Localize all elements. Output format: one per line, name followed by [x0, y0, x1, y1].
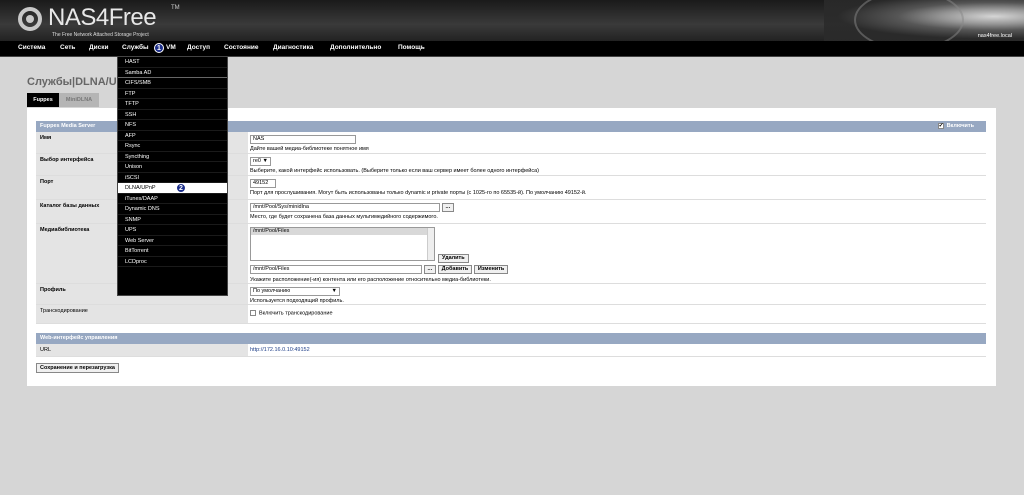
database-dir-hint: Место, где будет сохранена база данных м…	[250, 214, 438, 220]
transcode-checkbox[interactable]	[250, 310, 256, 316]
save-and-restart-button[interactable]: Сохранение и перезагрузка	[36, 363, 119, 373]
menu-item-nfs[interactable]: NFS	[118, 120, 227, 131]
menu-item-afp[interactable]: AFP	[118, 131, 227, 141]
menu-item-dynamic-dns[interactable]: Dynamic DNS	[118, 204, 227, 215]
menu-item-tftp[interactable]: TFTP	[118, 99, 227, 110]
menu-item-ssh[interactable]: SSH	[118, 110, 227, 120]
hostname: nas4free.local	[977, 33, 1012, 39]
menu-item-bittorrent[interactable]: BitTorrent	[118, 246, 227, 257]
header: NAS4Free TM The Free Network Attached St…	[0, 0, 1024, 41]
nav-vm[interactable]: VM	[166, 44, 176, 51]
logo-tm: TM	[171, 5, 180, 11]
section-title: Fuppes Media Server	[40, 123, 96, 129]
enable-label: Включить	[946, 123, 974, 129]
logo-ring-icon	[18, 7, 42, 31]
delete-button[interactable]: Удалить	[438, 254, 469, 263]
dropdown-arrow-icon: ▼	[331, 288, 337, 294]
services-dropdown-menu: HAST Samba AD CIFS/SMB FTP TFTP SSH NFS …	[117, 56, 228, 296]
logo-text: NAS4Free	[48, 4, 157, 31]
transcode-check-label: Включить транскодирование	[259, 310, 333, 317]
nav-advanced[interactable]: Дополнительно	[330, 44, 381, 51]
nav-services[interactable]: Службы	[122, 44, 149, 51]
add-button[interactable]: Добавить	[437, 265, 473, 274]
media-library-hint: Укажите расположение(-ия) контента или е…	[250, 277, 491, 283]
list-item[interactable]: /mnt/Pool/Files	[251, 228, 429, 235]
section-header-web-ui: Web-интерфейс управления	[36, 333, 986, 344]
tagline: The Free Network Attached Storage Projec…	[52, 32, 149, 38]
row-transcode: Транскодирование Включить транскодирован…	[36, 305, 986, 324]
menu-item-cifs-smb[interactable]: CIFS/SMB	[118, 78, 227, 89]
port-input[interactable]: 49152	[250, 179, 276, 188]
menu-item-rsync[interactable]: Rsync	[118, 141, 227, 152]
menu-item-ups[interactable]: UPS	[118, 225, 227, 236]
menu-item-unison[interactable]: Unison	[118, 162, 227, 173]
media-browse-button[interactable]: ...	[423, 265, 437, 274]
menu-item-ftp[interactable]: FTP	[118, 89, 227, 99]
nav-diagnostics[interactable]: Диагностика	[273, 44, 313, 51]
main-nav: Система Сеть Диски Службы 1 VM Доступ Со…	[0, 41, 1024, 57]
interface-hint: Выберите, какой интерфейс использовать. …	[250, 168, 540, 174]
nav-access[interactable]: Доступ	[187, 44, 210, 51]
profile-select[interactable]: По умолчанию ▼	[250, 287, 340, 296]
menu-item-iscsi[interactable]: iSCSI	[118, 173, 227, 183]
step-badge-1: 1	[154, 43, 164, 53]
nav-help[interactable]: Помощь	[398, 44, 425, 51]
nav-network[interactable]: Сеть	[60, 44, 75, 51]
list-scrollbar[interactable]	[427, 228, 434, 260]
menu-item-itunes-daap[interactable]: iTunes/DAAP	[118, 194, 227, 204]
dropdown-arrow-icon: ▼	[262, 158, 268, 164]
tab-fuppes[interactable]: Fuppes	[27, 93, 59, 107]
step-badge-2: 2	[176, 183, 186, 193]
hard-disk-platter-icon	[854, 0, 964, 41]
name-hint: Дайте вашей медиа-библиотеке понятное им…	[250, 146, 369, 152]
enable-toggle[interactable]: Включить	[937, 121, 974, 132]
media-library-list[interactable]: /mnt/Pool/Files	[250, 227, 435, 261]
nav-system[interactable]: Система	[18, 44, 45, 51]
media-path-input[interactable]: /mnt/Pool/Files	[250, 265, 422, 274]
menu-item-dlna-upnp[interactable]: DLNA/UPnP 2	[118, 183, 227, 194]
change-button[interactable]: Изменить	[473, 265, 509, 274]
menu-item-hast[interactable]: HAST	[118, 57, 227, 68]
transcode-label: Транскодирование	[36, 305, 248, 323]
database-dir-input[interactable]: /mnt/Pool/Sys/minidlna	[250, 203, 440, 212]
menu-item-lcdproc[interactable]: LCDproc	[118, 257, 227, 267]
profile-hint: Используется подходящий профиль.	[250, 298, 344, 304]
row-url: URL http://172.16.0.10:49152	[36, 344, 986, 357]
nav-status[interactable]: Состояние	[224, 44, 259, 51]
interface-select[interactable]: re0 ▼	[250, 157, 271, 166]
enable-checkbox[interactable]	[937, 122, 944, 129]
name-input[interactable]: NAS	[250, 135, 356, 144]
menu-item-snmp[interactable]: SNMP	[118, 215, 227, 225]
nav-disks[interactable]: Диски	[89, 44, 109, 51]
menu-item-samba-ad[interactable]: Samba AD	[118, 68, 227, 78]
url-label: URL	[36, 344, 248, 356]
menu-item-web-server[interactable]: Web Server	[118, 236, 227, 246]
port-hint: Порт для прослушивания. Могут быть испол…	[250, 190, 587, 196]
database-dir-browse-button[interactable]: ...	[441, 203, 455, 212]
menu-item-syncthing[interactable]: Syncthing	[118, 152, 227, 162]
tab-minidlna[interactable]: MiniDLNA	[59, 93, 99, 107]
url-link[interactable]: http://172.16.0.10:49152	[250, 347, 310, 353]
